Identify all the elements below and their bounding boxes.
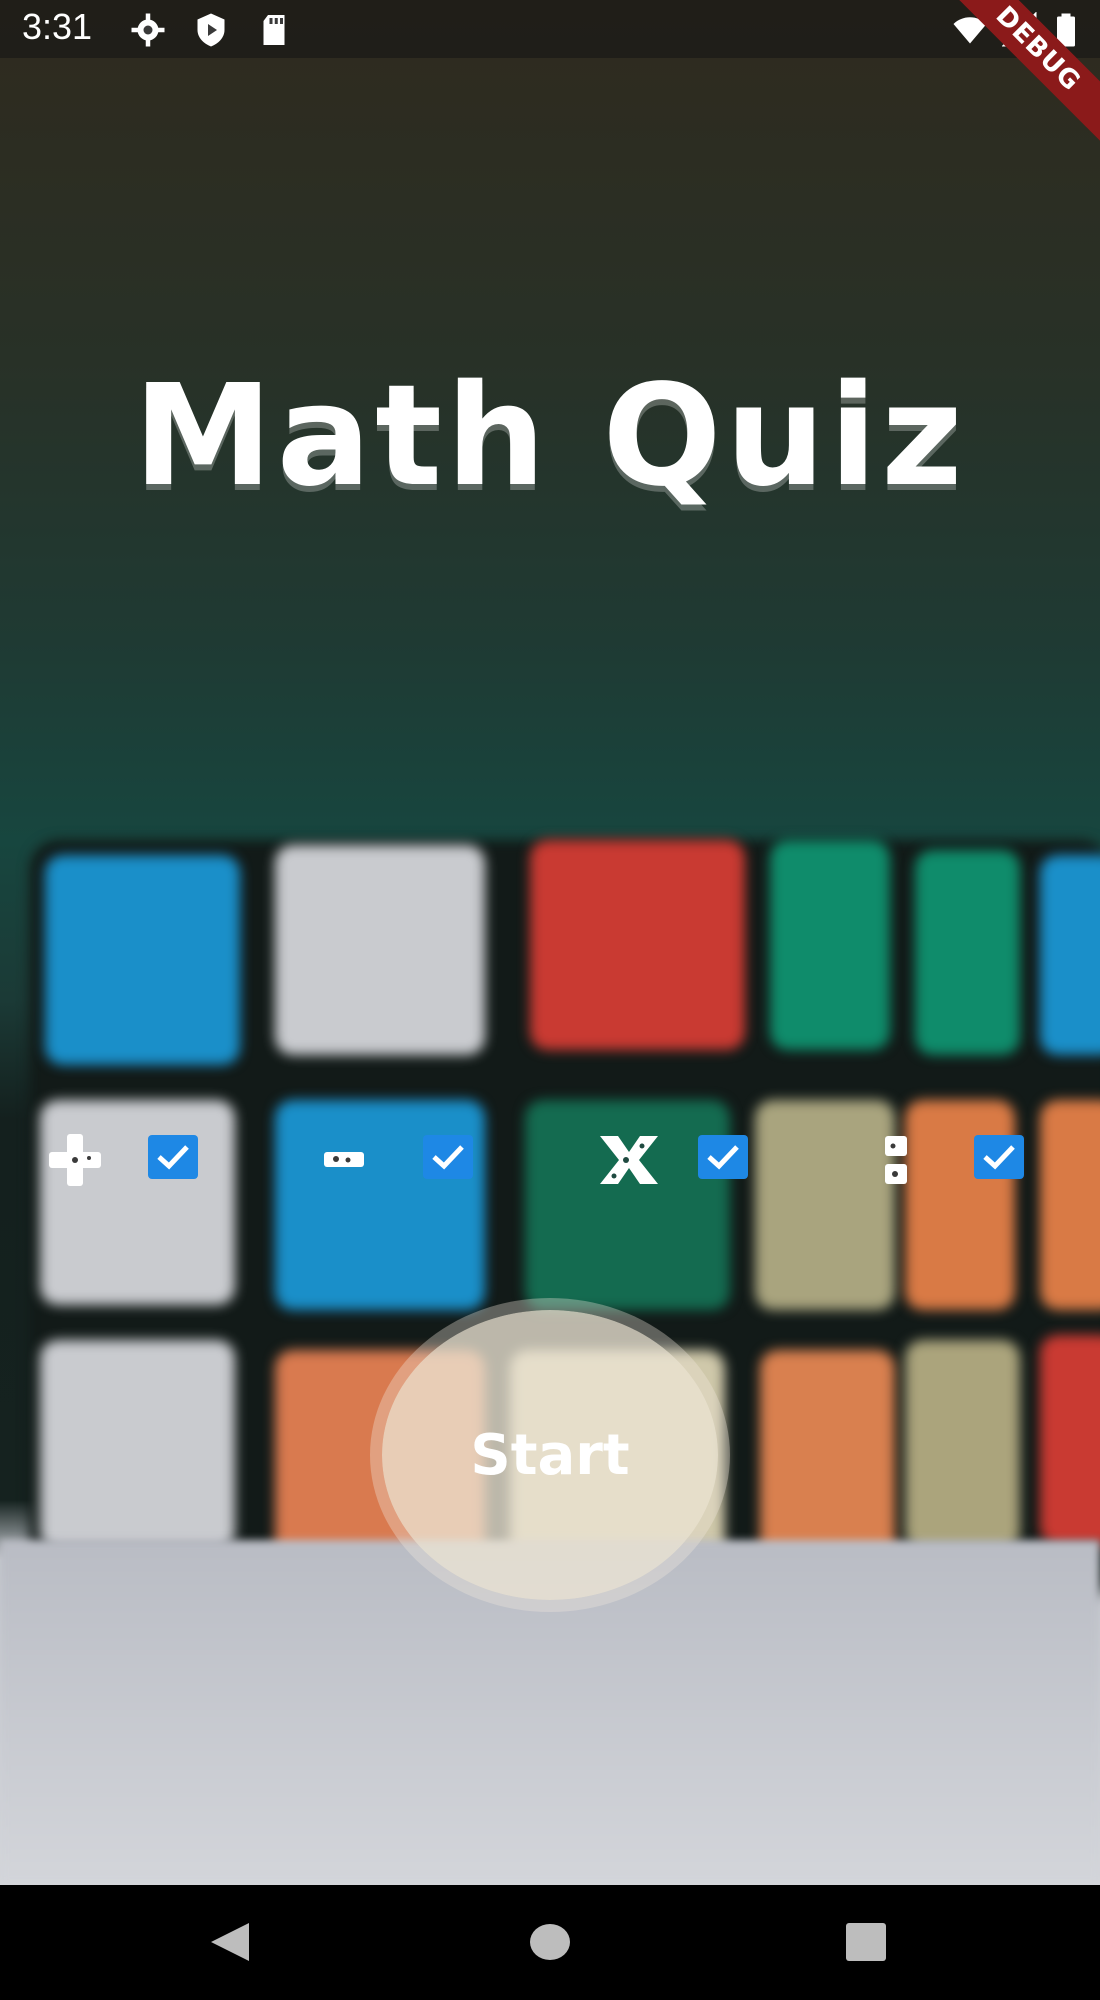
play-protect-icon [197,13,225,47]
start-button-label: Start [470,1422,630,1488]
addition-icon [45,1130,105,1190]
start-button[interactable]: Start [382,1310,718,1600]
navigation-bar [0,1885,1100,2000]
app-title: Math Quiz [133,355,967,518]
division-checkbox[interactable] [974,1135,1024,1179]
division-icon [868,1130,928,1190]
subtraction-icon [320,1130,380,1190]
multiplication-checkbox[interactable] [698,1135,748,1179]
sd-card-icon [263,15,285,45]
status-bar: 3:31 [0,0,1100,58]
subtraction-checkbox[interactable] [423,1135,473,1179]
status-time: 3:31 [22,6,93,47]
recents-icon[interactable] [843,1917,889,1967]
back-icon[interactable] [205,1917,255,1967]
addition-checkbox[interactable] [148,1135,198,1179]
settings-icon [131,13,165,47]
multiplication-icon [596,1130,658,1190]
background-image [0,0,1100,2000]
home-icon[interactable] [528,1917,572,1967]
